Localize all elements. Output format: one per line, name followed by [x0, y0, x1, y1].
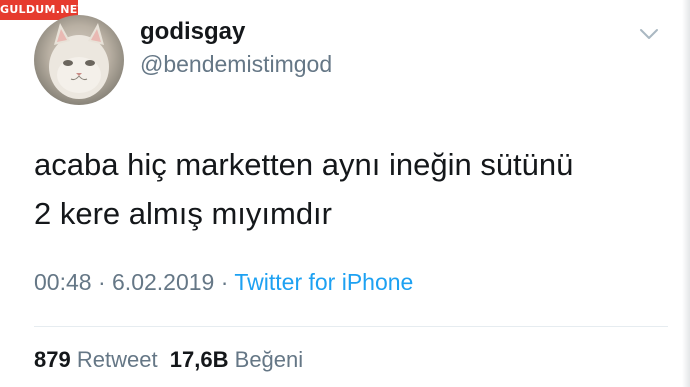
- retweet-stat[interactable]: 879 Retweet: [34, 347, 158, 372]
- tweet-line: acaba hiç marketten aynı ineğin sütünü: [34, 147, 574, 182]
- retweet-count: 879: [34, 347, 71, 372]
- tweet-stats: 879 Retweet 17,6B Beğeni: [34, 347, 303, 373]
- meta-separator: ·: [214, 269, 235, 295]
- like-label: Beğeni: [234, 347, 304, 372]
- tweet-text: acaba hiç marketten aynı ineğin sütünü 2…: [34, 140, 654, 238]
- avatar[interactable]: [34, 15, 124, 105]
- chevron-down-icon[interactable]: [637, 24, 661, 44]
- like-stat[interactable]: 17,6B Beğeni: [170, 347, 303, 372]
- meta-separator: ·: [91, 269, 113, 295]
- tweet-source-link[interactable]: Twitter for iPhone: [234, 269, 413, 295]
- display-name[interactable]: godisgay: [140, 18, 245, 46]
- tweet-date[interactable]: 6.02.2019: [112, 269, 214, 295]
- divider: [34, 326, 668, 327]
- user-handle[interactable]: @bendemistimgod: [140, 51, 332, 78]
- retweet-label: Retweet: [76, 347, 158, 372]
- scrollbar[interactable]: [682, 0, 690, 387]
- tweet-time[interactable]: 00:48: [34, 269, 92, 295]
- tweet-meta: 00:48 · 6.02.2019 · Twitter for iPhone: [34, 269, 413, 296]
- like-count: 17,6B: [169, 347, 229, 372]
- tweet-line: 2 kere almış mıyımdır: [34, 196, 332, 231]
- cat-avatar-image: [49, 23, 109, 99]
